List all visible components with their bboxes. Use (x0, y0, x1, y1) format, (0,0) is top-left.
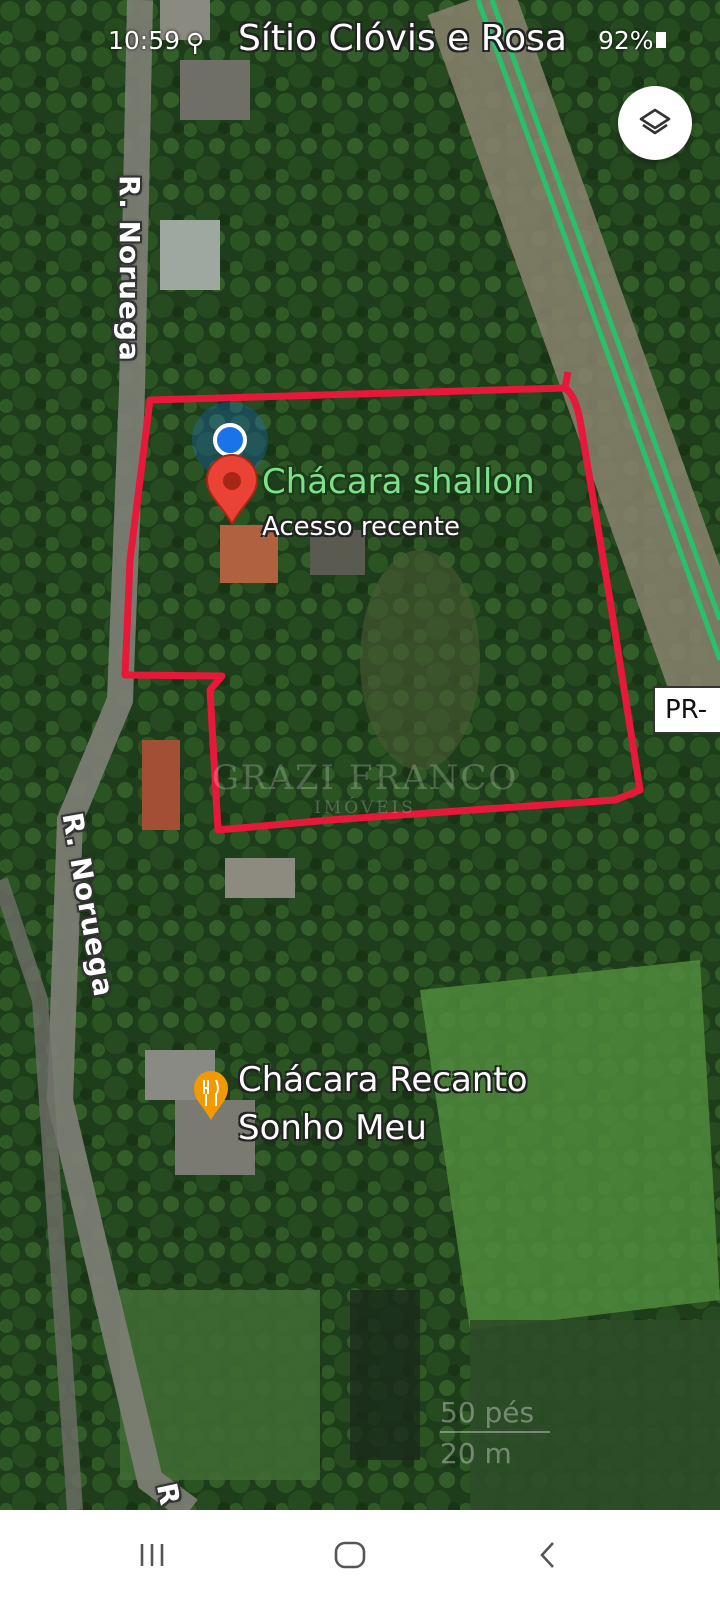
home-icon (334, 1541, 366, 1569)
layers-icon (639, 108, 671, 135)
system-navigation-bar (0, 1510, 720, 1600)
selected-place-name[interactable]: Chácara shallon (262, 462, 535, 502)
scale-bar (440, 1431, 550, 1433)
watermark: GRAZI FRANCO IMÓVEIS (200, 720, 530, 818)
building (180, 60, 250, 120)
status-battery: 92% (598, 26, 654, 55)
notification-icons: ⚲ (186, 28, 204, 57)
recent-apps-icon (140, 1544, 164, 1566)
status-time: 10:59 (108, 26, 181, 55)
watermark-main: GRAZI FRANCO (211, 758, 519, 798)
watermark-sub: IMÓVEIS (314, 798, 416, 818)
my-location-dot[interactable] (213, 423, 247, 457)
street-label-r-noruega-top: R. Noruega (113, 175, 146, 362)
building-roof (142, 740, 180, 830)
poi-name-line1[interactable]: Chácara Recanto (238, 1060, 528, 1100)
place-title[interactable]: Sítio Clóvis e Rosa (238, 18, 567, 59)
scale-meters: 20 m (440, 1437, 512, 1470)
route-shield-pr: PR- (653, 686, 720, 734)
map-view[interactable]: R. Noruega R. Noruega R Chácara shallon … (0, 0, 720, 1510)
recent-apps-button[interactable] (122, 1530, 182, 1580)
selected-place-subtitle: Acesso recente (262, 512, 460, 542)
green-field (420, 960, 720, 1330)
poi-name-line2[interactable]: Sonho Meu (238, 1108, 427, 1148)
location-status-icon: ⚲ (186, 28, 205, 57)
home-button[interactable] (320, 1530, 380, 1580)
layers-button[interactable] (618, 86, 692, 160)
building (160, 220, 220, 290)
map-scale: 50 pés 20 m (440, 1396, 550, 1470)
battery-icon (656, 32, 666, 48)
back-icon (540, 1542, 554, 1568)
scale-feet: 50 pés (440, 1396, 535, 1429)
back-button[interactable] (518, 1530, 578, 1580)
